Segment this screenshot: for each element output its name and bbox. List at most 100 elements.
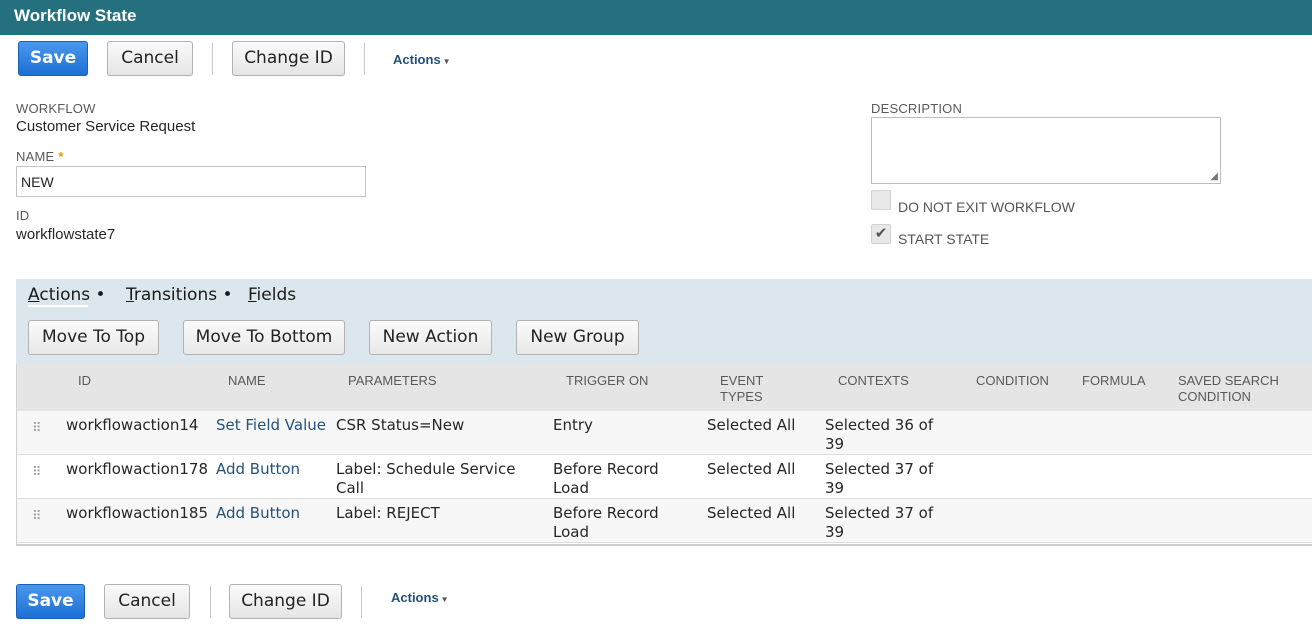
row-parameters-line2: Call	[336, 479, 365, 497]
table-bottom-border	[16, 544, 1312, 546]
row-trigger-line1: Before Record	[553, 460, 659, 478]
workflow-value: Customer Service Request	[16, 118, 196, 135]
row-parameters-line1: CSR Status=New	[336, 416, 465, 434]
column-header-condition[interactable]: CONDITION	[976, 373, 1049, 389]
column-header-saved-search-condition[interactable]: SAVED SEARCH CONDITION	[1178, 373, 1279, 405]
row-trigger-line2: Load	[553, 523, 589, 541]
row-contexts: Selected 36 of 39	[825, 416, 933, 454]
row-contexts-line1: Selected 36 of	[825, 416, 934, 434]
column-header-id[interactable]: ID	[78, 373, 91, 389]
do-not-exit-label: DO NOT EXIT WORKFLOW	[898, 199, 1075, 215]
drag-handle-icon[interactable]: ⠿	[32, 509, 42, 529]
save-button-bottom[interactable]: Save	[16, 584, 85, 619]
cancel-button[interactable]: Cancel	[107, 41, 193, 76]
description-textarea[interactable]: ◢	[871, 117, 1221, 184]
name-label: NAME *	[16, 149, 64, 164]
row-contexts: Selected 37 of 39	[825, 460, 933, 498]
cancel-button-bottom[interactable]: Cancel	[104, 584, 190, 619]
column-header-contexts[interactable]: CONTEXTS	[838, 373, 909, 389]
row-parameters: CSR Status=New	[336, 416, 464, 435]
row-event-types: Selected All	[707, 460, 796, 478]
actions-menu-label: Actions	[393, 52, 441, 67]
table-header: ID NAME PARAMETERS TRIGGER ON EVENT TYPE…	[16, 364, 1312, 411]
row-parameters: Label: Schedule Service Call	[336, 460, 515, 498]
new-action-button[interactable]: New Action	[369, 320, 492, 355]
actions-menu[interactable]: Actions ▼	[393, 52, 451, 67]
column-header-event-types-line1: EVENT	[720, 373, 764, 388]
row-trigger-line1: Entry	[553, 416, 593, 434]
name-label-text: NAME	[16, 149, 55, 164]
tab-fields-accesskey: F	[248, 285, 257, 305]
toolbar-divider	[361, 586, 362, 618]
column-header-formula[interactable]: FORMULA	[1082, 373, 1146, 389]
tab-fields-label: ields	[256, 285, 297, 305]
resize-handle-icon[interactable]: ◢	[1210, 171, 1218, 182]
row-parameters-line1: Label: REJECT	[336, 504, 440, 522]
save-button[interactable]: Save	[18, 41, 88, 76]
table-row[interactable]: ⠿ workflowaction185 Add Button Label: RE…	[16, 499, 1312, 543]
actions-menu-label: Actions	[391, 590, 439, 605]
do-not-exit-checkbox[interactable]	[871, 190, 891, 210]
row-event-types: Selected All	[707, 416, 796, 434]
workflow-label: WORKFLOW	[16, 101, 96, 116]
title-bar: Workflow State	[0, 0, 1312, 35]
row-name-link[interactable]: Add Button	[216, 460, 300, 479]
tab-actions[interactable]: Actions •	[28, 285, 106, 305]
row-contexts-line2: 39	[825, 479, 845, 497]
change-id-button[interactable]: Change ID	[232, 41, 345, 76]
row-contexts-line1: Selected 37 of	[825, 504, 934, 522]
id-value: workflowstate7	[16, 226, 116, 243]
tab-transitions[interactable]: Transitions •	[126, 285, 233, 305]
row-event-types: Selected All	[707, 504, 796, 522]
column-header-trigger-on[interactable]: TRIGGER ON	[566, 373, 648, 389]
toolbar-divider	[364, 43, 365, 75]
column-header-saved-search-line1: SAVED SEARCH	[1178, 373, 1279, 388]
row-contexts-line2: 39	[825, 523, 845, 541]
row-trigger-on: Entry	[553, 416, 593, 435]
column-header-parameters[interactable]: PARAMETERS	[348, 373, 437, 389]
table-row[interactable]: ⠿ workflowaction178 Add Button Label: Sc…	[16, 455, 1312, 499]
required-marker: *	[58, 149, 64, 164]
column-header-saved-search-line2: CONDITION	[1178, 389, 1251, 404]
row-trigger-line1: Before Record	[553, 504, 659, 522]
tab-actions-accesskey: A	[28, 285, 40, 305]
row-trigger-line2: Load	[553, 479, 589, 497]
row-contexts-line1: Selected 37 of	[825, 460, 934, 478]
move-to-top-button[interactable]: Move To Top	[28, 320, 159, 355]
id-label: ID	[16, 208, 30, 223]
drag-handle-icon[interactable]: ⠿	[32, 465, 42, 485]
tab-fields[interactable]: Fields	[248, 285, 296, 305]
row-name-link[interactable]: Add Button	[216, 504, 300, 523]
row-name-link[interactable]: Set Field Value	[216, 416, 326, 435]
table-row[interactable]: ⠿ workflowaction14 Set Field Value CSR S…	[16, 411, 1312, 455]
change-id-button-bottom[interactable]: Change ID	[229, 584, 342, 619]
tab-transitions-accesskey: T	[126, 285, 134, 305]
toolbar-divider	[210, 586, 211, 618]
move-to-bottom-button[interactable]: Move To Bottom	[183, 320, 345, 355]
row-id: workflowaction185	[66, 504, 208, 522]
start-state-label: START STATE	[898, 231, 990, 247]
name-input[interactable]	[16, 166, 366, 197]
caret-down-icon: ▼	[442, 57, 451, 66]
tab-bullet: •	[95, 285, 106, 305]
row-contexts: Selected 37 of 39	[825, 504, 933, 542]
tab-transitions-label: ransitions	[133, 285, 218, 305]
row-id: workflowaction14	[66, 416, 199, 434]
toolbar-divider	[212, 43, 213, 75]
row-parameters-line1: Label: Schedule Service	[336, 460, 516, 478]
row-parameters: Label: REJECT	[336, 504, 440, 523]
column-header-event-types-line2: TYPES	[720, 389, 763, 404]
start-state-checkbox[interactable]: ✔	[871, 224, 891, 244]
row-trigger-on: Before Record Load	[553, 504, 659, 542]
caret-down-icon: ▼	[440, 595, 449, 604]
row-trigger-on: Before Record Load	[553, 460, 659, 498]
actions-menu-bottom[interactable]: Actions ▼	[391, 590, 449, 605]
new-group-button[interactable]: New Group	[516, 320, 639, 355]
row-contexts-line2: 39	[825, 435, 845, 453]
row-id: workflowaction178	[66, 460, 208, 478]
column-header-name[interactable]: NAME	[228, 373, 266, 389]
column-header-event-types[interactable]: EVENT TYPES	[720, 373, 763, 405]
drag-handle-icon[interactable]: ⠿	[32, 421, 42, 441]
active-tab-indicator	[28, 305, 88, 307]
tab-actions-label: ctions	[39, 285, 91, 305]
